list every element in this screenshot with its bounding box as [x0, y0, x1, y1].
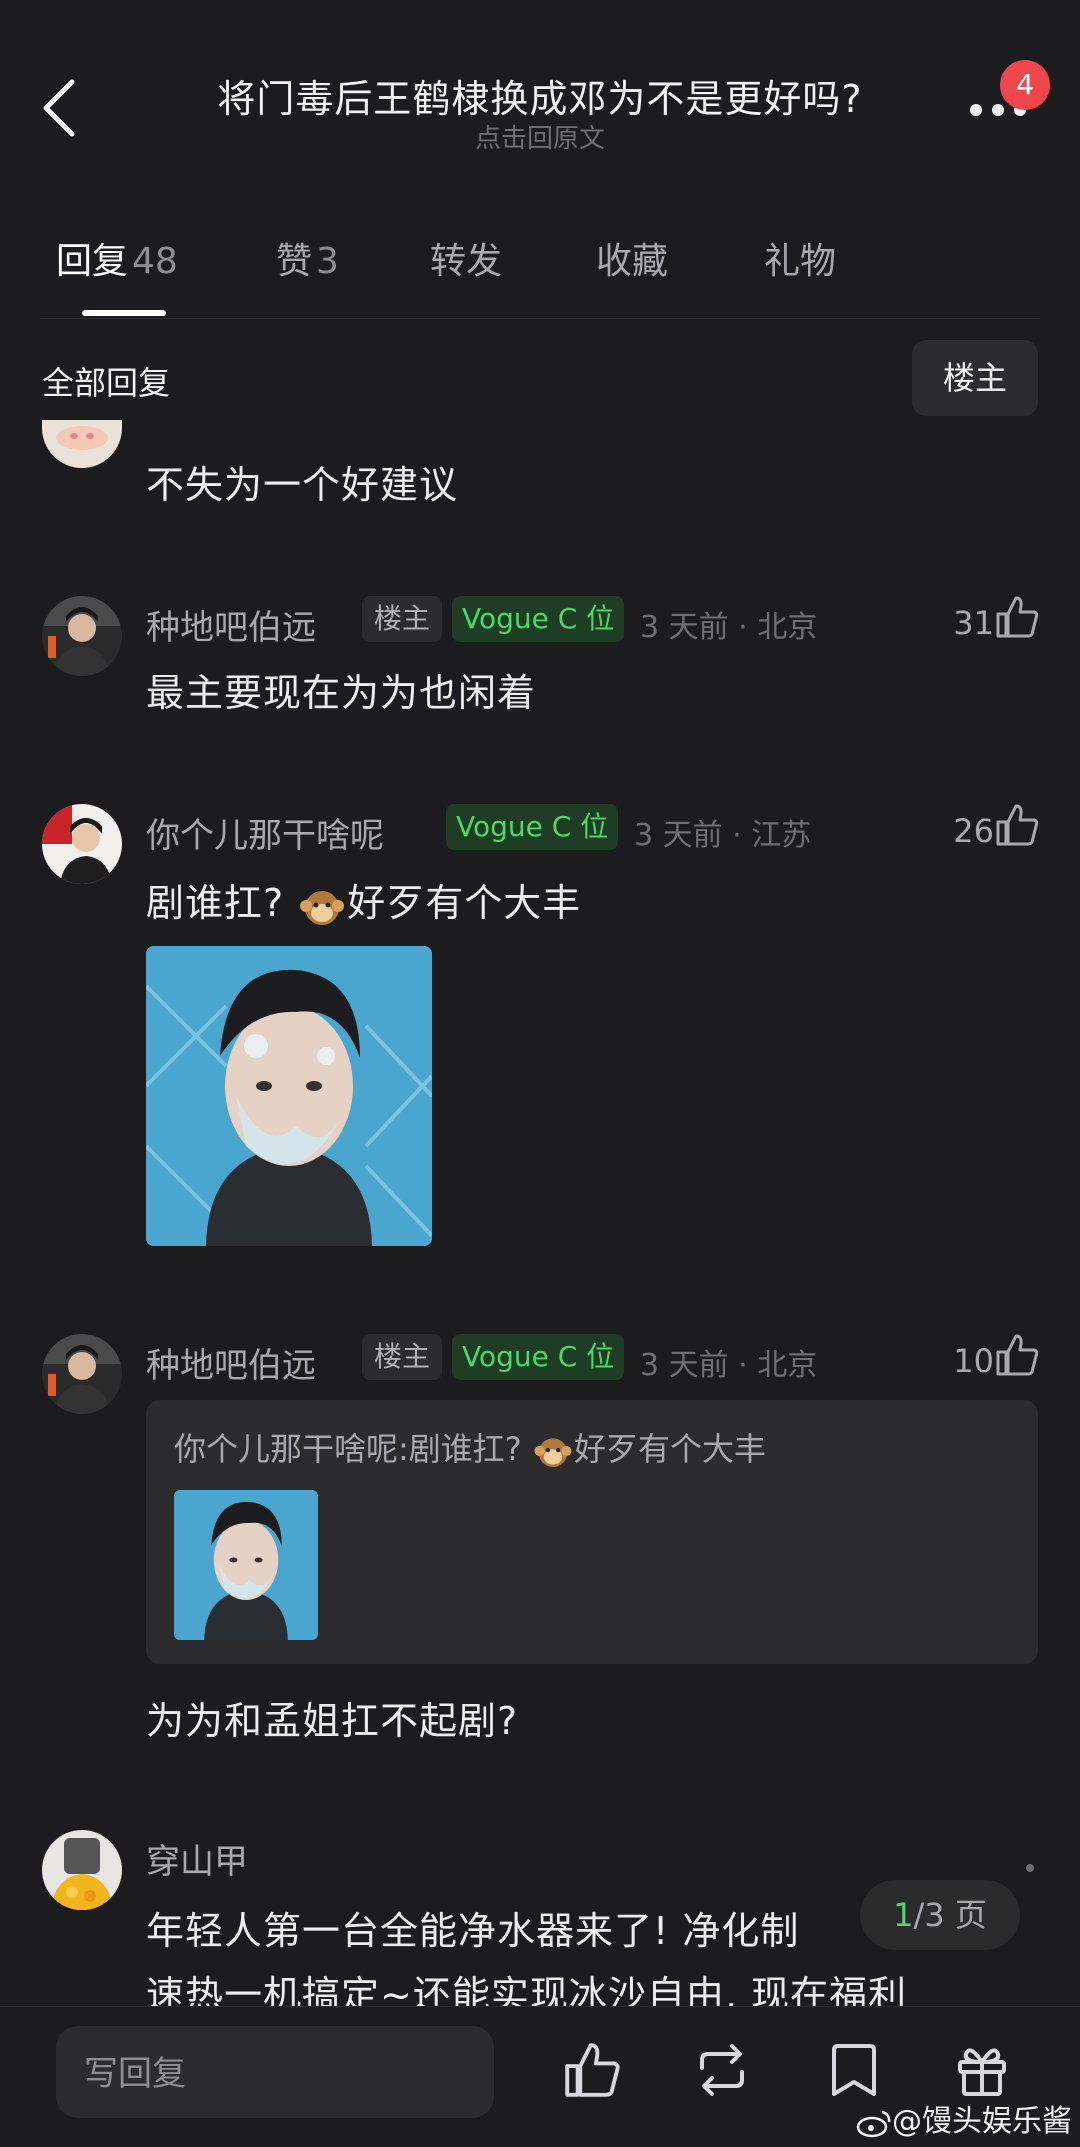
thumbs-up-icon[interactable]: [994, 594, 1040, 640]
like-count: 26: [953, 812, 994, 850]
tab-replies[interactable]: 回复 48: [56, 232, 178, 284]
vogue-badge: Vogue C 位: [446, 804, 619, 850]
tab-label: 转发: [430, 241, 503, 282]
back-arrow-icon[interactable]: [40, 78, 80, 138]
username[interactable]: 种地吧伯远: [146, 600, 316, 649]
quote-text-part: 你个儿那干啥呢:剧谁扛?: [174, 1430, 532, 1468]
all-replies-filter[interactable]: 全部回复: [42, 358, 170, 404]
view-original-link[interactable]: 点击回原文: [160, 118, 920, 155]
page-title: 将门毒后王鹤棣换成邓为不是更好吗?: [217, 77, 863, 121]
reply-placeholder: 写回复: [84, 2054, 186, 2094]
total-pages: /3 页: [913, 1896, 987, 1934]
like-count: 10: [953, 1342, 994, 1380]
comment-text: 年轻人第一台全能净水器来了! 净化制: [146, 1909, 800, 1953]
tab-gifts[interactable]: 礼物: [764, 232, 836, 284]
quoted-image[interactable]: [174, 1490, 318, 1640]
active-tab-indicator: [82, 310, 166, 316]
op-tag: 楼主: [362, 596, 443, 642]
avatar[interactable]: [42, 596, 122, 676]
tab-count: 3: [316, 241, 339, 282]
comment-meta: 3 天前 · 北京: [640, 1348, 818, 1383]
tab-label: 回复: [56, 241, 129, 282]
comment-text: 最主要现在为为也闲着: [146, 671, 537, 715]
quote-text-part: 好歹有个大丰: [573, 1430, 766, 1468]
avatar[interactable]: [42, 1830, 122, 1910]
repost-icon[interactable]: [692, 2040, 752, 2100]
comment-meta: 3 天前 · 江苏: [634, 818, 812, 853]
vogue-badge: Vogue C 位: [452, 596, 625, 642]
comment-text: 不失为一个好建议: [146, 463, 459, 507]
watermark: @馒头娱乐酱: [856, 2096, 1072, 2140]
comment-meta: 3 天前 · 北京: [640, 610, 818, 645]
tab-favorites[interactable]: 收藏: [596, 232, 668, 284]
tab-label: 礼物: [764, 241, 837, 282]
tab-reposts[interactable]: 转发: [430, 232, 502, 284]
gift-icon[interactable]: [952, 2040, 1012, 2100]
thumbs-up-icon[interactable]: [562, 2040, 622, 2100]
tab-label: 赞: [276, 241, 313, 282]
comment-text-part: 好歹有个大丰: [347, 881, 582, 925]
weibo-logo-icon: [856, 2110, 891, 2137]
op-tag: 楼主: [362, 1334, 443, 1380]
bookmark-icon[interactable]: [824, 2040, 884, 2100]
quoted-reply-text: 你个儿那干啥呢:剧谁扛? 好歹有个大丰: [174, 1424, 766, 1472]
comment-text-part: 剧谁扛?: [146, 881, 298, 925]
like-count: 31: [953, 604, 994, 642]
tab-label: 收藏: [596, 241, 669, 282]
tab-likes[interactable]: 赞3: [276, 232, 339, 284]
username[interactable]: 你个儿那干啥呢: [146, 808, 384, 857]
op-only-button[interactable]: 楼主: [912, 340, 1038, 416]
page-indicator[interactable]: 1/3 页: [860, 1880, 1020, 1950]
vogue-badge: Vogue C 位: [452, 1334, 625, 1380]
avatar[interactable]: [42, 1334, 122, 1414]
tab-count: 48: [132, 241, 178, 282]
comment-text: 剧谁扛? 好歹有个大丰: [146, 872, 581, 931]
thumbs-up-icon[interactable]: [994, 1332, 1040, 1378]
username[interactable]: 种地吧伯远: [146, 1338, 316, 1387]
monkey-emoji-icon: [300, 890, 345, 925]
comment-image[interactable]: [146, 946, 432, 1246]
notification-badge: 4: [1000, 60, 1050, 110]
avatar[interactable]: [42, 420, 122, 468]
comment-text: 为为和孟姐扛不起剧?: [146, 1699, 519, 1743]
avatar[interactable]: [42, 804, 122, 884]
menu-dot-icon[interactable]: [1026, 1864, 1034, 1872]
watermark-text: @馒头娱乐酱: [892, 2104, 1072, 2139]
username[interactable]: 穿山甲: [146, 1834, 248, 1883]
monkey-emoji-icon: [534, 1438, 572, 1467]
thumbs-up-icon[interactable]: [994, 802, 1040, 848]
divider: [40, 318, 1040, 319]
current-page: 1: [893, 1896, 914, 1934]
